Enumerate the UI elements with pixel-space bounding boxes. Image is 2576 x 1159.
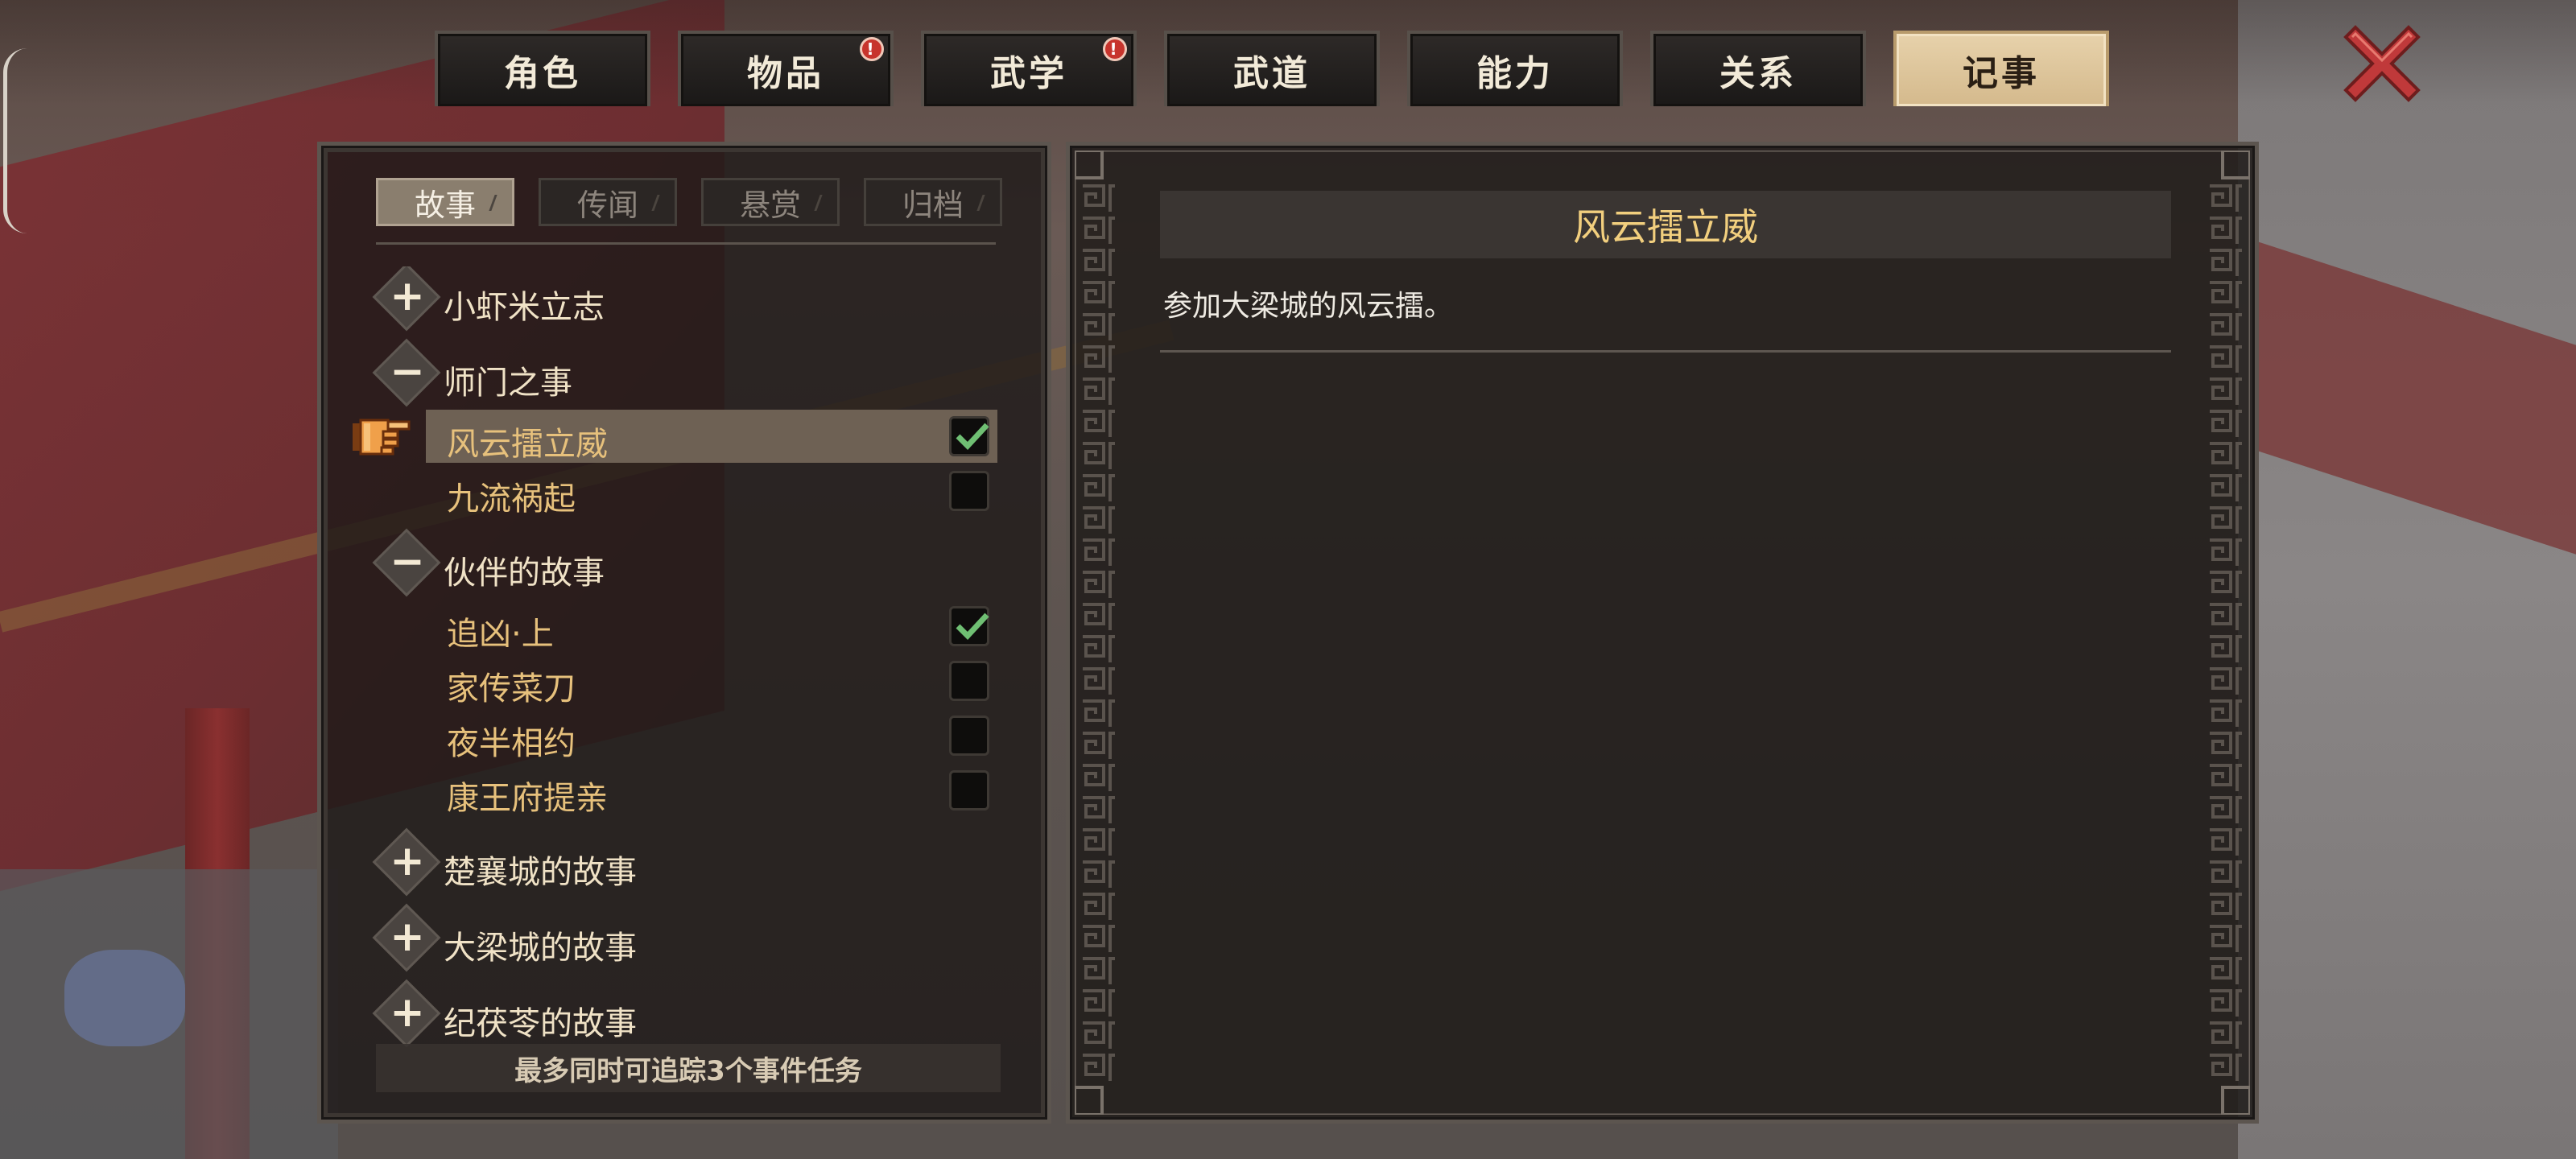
quest-item[interactable]: 九流祸起 bbox=[426, 464, 997, 518]
quest-item-label: 夜半相约 bbox=[447, 725, 576, 762]
collapse-minus-icon[interactable]: − bbox=[386, 540, 429, 584]
tab-2[interactable]: 武学! bbox=[921, 31, 1137, 106]
quest-group[interactable]: − 伙伴的故事 bbox=[369, 528, 997, 597]
quest-group-label: 纪茯苓的故事 bbox=[444, 1005, 637, 1042]
subtab-0[interactable]: 故事 bbox=[376, 178, 514, 226]
quest-group[interactable]: + 小虾米立志 bbox=[369, 266, 997, 332]
quest-group-label: 大梁城的故事 bbox=[444, 930, 637, 967]
tab-label: 记事 bbox=[1963, 53, 2040, 94]
track-checkbox[interactable] bbox=[949, 716, 989, 756]
tab-label: 关系 bbox=[1719, 53, 1797, 94]
subtab-label: 归档 bbox=[902, 187, 964, 223]
subtab-1[interactable]: 传闻 bbox=[539, 178, 677, 226]
subtab-label: 悬赏 bbox=[739, 187, 801, 223]
track-checkbox[interactable] bbox=[949, 606, 989, 646]
tab-label: 武道 bbox=[1233, 53, 1311, 94]
collapse-minus-icon[interactable]: − bbox=[386, 350, 429, 394]
close-x-icon bbox=[2343, 25, 2421, 102]
tab-5[interactable]: 关系 bbox=[1650, 31, 1866, 106]
quest-item[interactable]: 夜半相约 bbox=[426, 709, 997, 762]
quest-detail-panel: 风云擂立威 参加大梁城的风云擂。 bbox=[1066, 142, 2259, 1124]
tab-label: 能力 bbox=[1476, 53, 1554, 94]
tab-6[interactable]: 记事 bbox=[1893, 31, 2109, 106]
quest-item-label: 风云擂立威 bbox=[447, 426, 608, 463]
expand-plus-icon[interactable]: + bbox=[386, 991, 429, 1034]
subtab-3[interactable]: 归档 bbox=[864, 178, 1002, 226]
quest-item[interactable]: 康王府提亲 bbox=[426, 764, 997, 817]
quest-item[interactable]: 风云擂立威 bbox=[426, 410, 997, 463]
tab-1[interactable]: 物品! bbox=[678, 31, 894, 106]
quest-detail-title: 风云擂立威 bbox=[1160, 191, 2171, 258]
tab-label: 武学 bbox=[990, 53, 1067, 94]
tab-label: 物品 bbox=[747, 53, 824, 94]
expand-plus-icon[interactable]: + bbox=[386, 274, 429, 318]
tab-label: 角色 bbox=[504, 53, 581, 94]
quest-detail-description: 参加大梁城的风云擂。 bbox=[1163, 290, 1454, 323]
tab-0[interactable]: 角色 bbox=[435, 31, 650, 106]
pointing-hand-cursor-icon bbox=[353, 419, 411, 456]
quest-item-label: 康王府提亲 bbox=[447, 780, 608, 817]
quest-group-label: 楚襄城的故事 bbox=[444, 854, 637, 891]
quest-item[interactable]: 家传菜刀 bbox=[426, 654, 997, 707]
blue-flower-bush bbox=[64, 950, 185, 1046]
quest-group[interactable]: − 师门之事 bbox=[369, 338, 997, 407]
quest-group[interactable]: + 大梁城的故事 bbox=[369, 903, 997, 972]
detail-divider bbox=[1160, 350, 2171, 353]
track-checkbox[interactable] bbox=[949, 416, 989, 456]
checkmark-icon bbox=[956, 612, 989, 641]
track-checkbox[interactable] bbox=[949, 471, 989, 511]
quest-group[interactable]: + 纪茯苓的故事 bbox=[369, 979, 997, 1048]
track-checkbox[interactable] bbox=[949, 770, 989, 810]
subtab-2[interactable]: 悬赏 bbox=[701, 178, 840, 226]
quest-group-label: 师门之事 bbox=[444, 365, 572, 402]
quest-item-label: 追凶·上 bbox=[447, 616, 554, 653]
tabs-divider bbox=[376, 242, 996, 245]
subtab-label: 故事 bbox=[414, 187, 476, 223]
left-edge-arc bbox=[3, 48, 27, 233]
quest-group-label: 小虾米立志 bbox=[444, 289, 605, 326]
track-limit-note: 最多同时可追踪3个事件任务 bbox=[376, 1044, 1001, 1092]
quest-list-panel: 故事 传闻 悬赏 归档 + 小虾米立志 − 师门之事 风云擂立威 九流祸起 − 伙伴的故事 追凶·上家… bbox=[317, 142, 1051, 1124]
quest-tree[interactable]: + 小虾米立志 − 师门之事 风云擂立威 九流祸起 − 伙伴的故事 追凶·上 家传菜刀 夜半相约 康王… bbox=[369, 266, 1013, 1071]
quest-group[interactable]: + 楚襄城的故事 bbox=[369, 827, 997, 897]
close-button[interactable] bbox=[2339, 21, 2425, 106]
track-checkbox[interactable] bbox=[949, 661, 989, 701]
tab-3[interactable]: 武道 bbox=[1164, 31, 1380, 106]
notification-badge-icon: ! bbox=[1103, 37, 1127, 61]
notification-badge-icon: ! bbox=[860, 37, 884, 61]
quest-item-label: 家传菜刀 bbox=[447, 670, 576, 707]
quest-item-label: 九流祸起 bbox=[447, 481, 576, 518]
expand-plus-icon[interactable]: + bbox=[386, 839, 429, 883]
tab-4[interactable]: 能力 bbox=[1407, 31, 1623, 106]
quest-category-tabs: 故事 传闻 悬赏 归档 bbox=[376, 178, 1004, 229]
quest-item[interactable]: 追凶·上 bbox=[426, 600, 997, 653]
quest-group-label: 伙伴的故事 bbox=[444, 555, 605, 592]
stone-wall bbox=[2238, 0, 2576, 1159]
subtab-label: 传闻 bbox=[576, 187, 638, 223]
checkmark-icon bbox=[956, 423, 989, 451]
expand-plus-icon[interactable]: + bbox=[386, 915, 429, 959]
